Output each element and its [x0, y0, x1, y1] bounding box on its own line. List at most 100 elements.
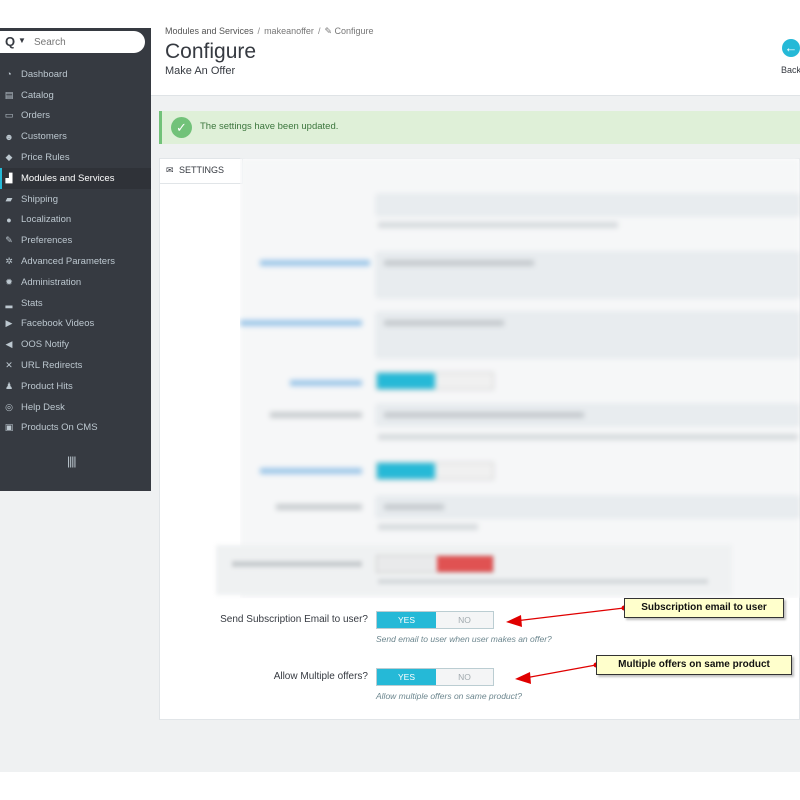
blurred-disabled-row [216, 545, 732, 595]
sidebar-item-label: Product Hits [21, 380, 73, 392]
shipping-icon: ▰ [5, 193, 13, 204]
sidebar-item-label: Products On CMS [21, 422, 98, 434]
wrench-icon: ✎ [324, 26, 332, 36]
page-header: Modules and Services / makeanoffer / ✎ Confi… [151, 0, 800, 96]
obscured-form-section [240, 158, 800, 598]
sidebar-item-facebook-videos[interactable]: ▶ Facebook Videos [0, 314, 151, 335]
blurred-label [240, 320, 362, 326]
sidebar-gutter [0, 491, 151, 772]
breadcrumb-item-module[interactable]: makeanoffer [264, 26, 314, 36]
sidebar-item-stats[interactable]: ▂ Stats [0, 293, 151, 314]
sidebar-item-product-hits[interactable]: ♟ Product Hits [0, 376, 151, 397]
blurred-content [240, 158, 800, 598]
multiple-offers-no[interactable]: NO [436, 669, 493, 685]
breadcrumb: Modules and Services / makeanoffer / ✎ Confi… [165, 26, 374, 36]
blurred-help [378, 524, 478, 530]
sidebar-item-localization[interactable]: ● Localization [0, 210, 151, 231]
product-hits-icon: ♟ [4, 380, 14, 391]
sidebar-item-label: Localization [21, 214, 72, 226]
sidebar-item-customers[interactable]: ☻ Customers [0, 126, 151, 147]
orders-icon: ▭ [4, 110, 14, 121]
blurred-label [290, 380, 362, 386]
sidebar-item-price-rules[interactable]: ◆ Price Rules [0, 147, 151, 168]
catalog-icon: ▤ [4, 89, 14, 100]
subscription-email-help: Send email to user when user makes an of… [376, 634, 552, 644]
sidebar-item-help-desk[interactable]: ◎ Help Desk [0, 397, 151, 418]
sidebar-item-label: OOS Notify [21, 339, 70, 351]
localization-icon: ● [6, 214, 12, 225]
sidebar-item-label: Price Rules [21, 152, 70, 164]
sidebar-item-modules-and-services[interactable]: ▟ Modules and Services [0, 167, 151, 189]
blurred-label [276, 504, 362, 510]
callout-multiple-offers: Multiple offers on same product [596, 655, 792, 675]
administration-icon: ✹ [5, 276, 13, 287]
tab-settings[interactable]: ✉ SETTINGS [160, 159, 243, 184]
sidebar-item-catalog[interactable]: ▤ Catalog [0, 85, 151, 106]
sidebar-item-label: Customers [21, 131, 67, 143]
sidebar-item-orders[interactable]: ▭ Orders [0, 106, 151, 127]
sidebar-item-oos-notify[interactable]: ◀ OOS Notify [0, 334, 151, 355]
subscription-email-switch[interactable]: YES NO [376, 611, 494, 629]
sidebar-item-dashboard[interactable]: ◔ Dashboard [0, 64, 151, 85]
help-desk-icon: ◎ [5, 401, 13, 412]
stats-icon: ▂ [5, 297, 13, 308]
blurred-text [384, 260, 534, 266]
facebook-videos-icon: ▶ [5, 318, 13, 329]
sidebar-item-label: Catalog [21, 89, 54, 101]
blurred-text [384, 412, 584, 418]
alert-message: The settings have been updated. [200, 121, 339, 132]
chevron-down-icon[interactable]: ▼ [18, 36, 26, 45]
search-icon[interactable]: Q [5, 34, 15, 49]
sidebar-nav: ◔ Dashboard ▤ Catalog ▭ Orders ☻ Customers ◆ Pric… [0, 64, 151, 438]
sidebar-item-shipping[interactable]: ▰ Shipping [0, 189, 151, 210]
modules-icon: ▟ [5, 172, 13, 183]
success-alert: ✓ The settings have been updated. [159, 111, 800, 144]
multiple-offers-switch[interactable]: YES NO [376, 668, 494, 686]
customers-icon: ☻ [4, 131, 14, 142]
search-input[interactable] [34, 33, 134, 51]
callout-subscription-email: Subscription email to user [624, 598, 784, 618]
subscription-email-no[interactable]: NO [436, 612, 493, 628]
blurred-help [378, 222, 618, 228]
sidebar-item-label: Shipping [21, 193, 58, 205]
sidebar-item-products-on-cms[interactable]: ▣ Products On CMS [0, 418, 151, 439]
sidebar-item-label: Modules and Services [21, 172, 115, 184]
sidebar-item-label: Orders [21, 110, 51, 122]
blurred-label [260, 260, 370, 266]
advanced-parameters-icon: ✲ [5, 256, 13, 267]
preferences-icon: ✎ [5, 235, 13, 246]
breadcrumb-item-configure: Configure [334, 26, 374, 36]
blurred-label [270, 412, 362, 418]
back-button-label[interactable]: Back [781, 65, 800, 75]
sidebar-item-label: Stats [21, 297, 43, 309]
sidebar-item-label: Help Desk [21, 401, 65, 413]
sidebar-item-url-redirects[interactable]: ✕ URL Redirects [0, 355, 151, 376]
blurred-text [384, 504, 444, 510]
multiple-offers-yes[interactable]: YES [377, 669, 436, 685]
sidebar-item-advanced-parameters[interactable]: ✲ Advanced Parameters [0, 251, 151, 272]
blurred-text [384, 320, 504, 326]
blurred-input [376, 194, 800, 216]
search-box[interactable]: Q ▼ [0, 31, 145, 53]
page-title: Configure [165, 40, 257, 63]
blurred-textarea [376, 252, 800, 298]
price-rules-icon: ◆ [5, 152, 13, 163]
check-circle-icon: ✓ [171, 117, 192, 138]
url-redirects-icon: ✕ [5, 360, 13, 371]
collapse-sidebar-icon[interactable]: |||| [67, 454, 77, 468]
multiple-offers-help: Allow multiple offers on same product? [376, 691, 522, 701]
sidebar-item-preferences[interactable]: ✎ Preferences [0, 230, 151, 251]
subscription-email-yes[interactable]: YES [377, 612, 436, 628]
sidebar-item-label: Administration [21, 276, 82, 288]
tab-settings-label: SETTINGS [179, 165, 225, 175]
envelope-icon: ✉ [166, 165, 174, 175]
back-arrow-icon[interactable]: ← [782, 39, 800, 57]
sidebar-item-label: Facebook Videos [21, 318, 95, 330]
sidebar-item-administration[interactable]: ✹ Administration [0, 272, 151, 293]
blurred-switch [376, 372, 494, 390]
breadcrumb-item-modules[interactable]: Modules and Services [165, 26, 254, 36]
products-on-cms-icon: ▣ [4, 422, 14, 433]
blurred-textarea [376, 312, 800, 358]
blurred-help [378, 434, 798, 440]
oos-notify-icon: ◀ [5, 339, 13, 350]
